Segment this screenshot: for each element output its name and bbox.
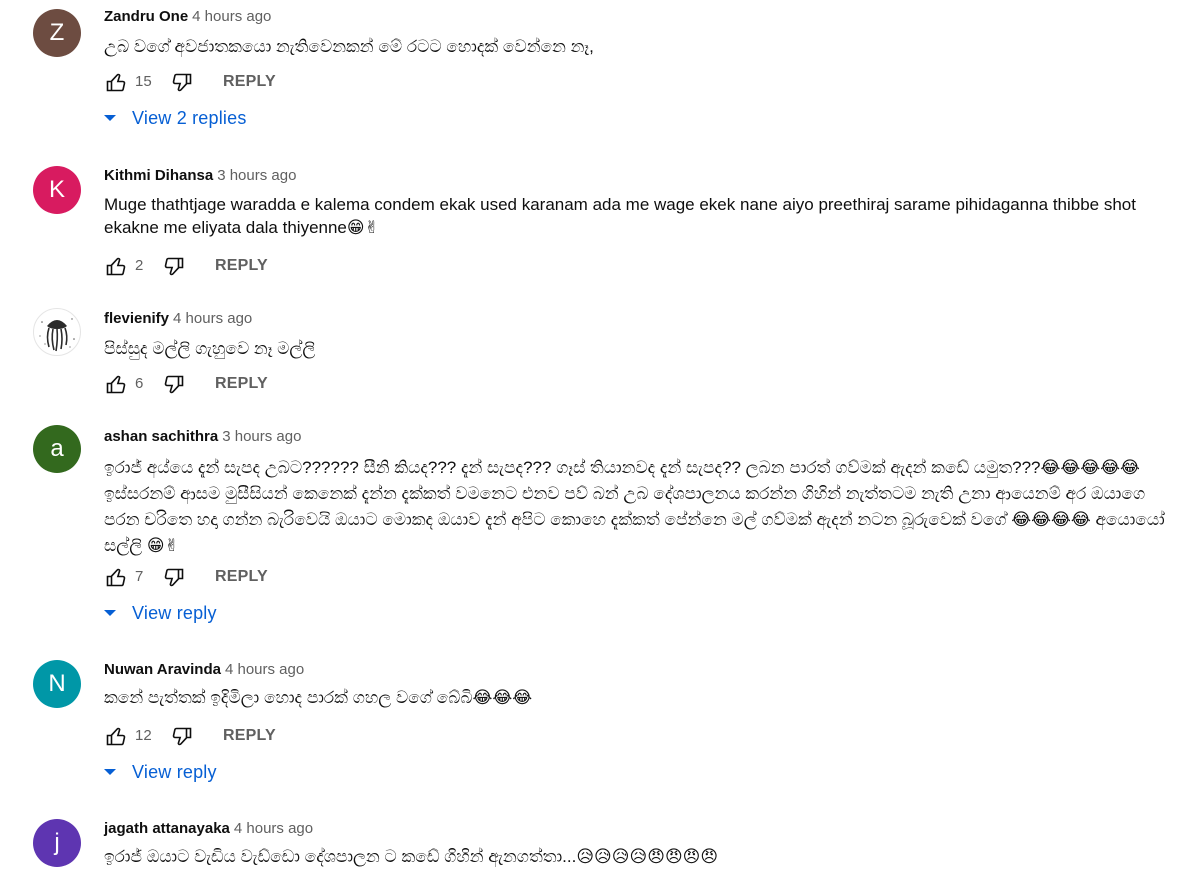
comment-time[interactable]: 4 hours ago xyxy=(173,310,252,327)
comment-header: Kithmi Dihansa 3 hours ago xyxy=(104,167,296,185)
reply-button[interactable]: REPLY xyxy=(215,257,268,275)
reply-button[interactable]: REPLY xyxy=(215,568,268,586)
avatar[interactable]: Z xyxy=(33,9,81,57)
arrow-drop-down-icon xyxy=(104,769,116,775)
avatar[interactable]: N xyxy=(33,660,81,708)
comment-header: flevienify 4 hours ago xyxy=(104,310,252,328)
like-count: 2 xyxy=(135,257,144,274)
comment-header: Zandru One 4 hours ago xyxy=(104,8,271,26)
comment-header: ashan sachithra 3 hours ago xyxy=(104,428,301,446)
comment-header: jagath attanayaka 4 hours ago xyxy=(104,820,313,838)
comment-time[interactable]: 3 hours ago xyxy=(222,428,301,445)
avatar[interactable]: a xyxy=(33,425,81,473)
author-name[interactable]: Nuwan Aravinda xyxy=(104,661,221,678)
arrow-drop-down-icon xyxy=(104,115,116,121)
view-replies-label: View reply xyxy=(132,762,217,782)
like-count: 15 xyxy=(135,73,152,90)
author-name[interactable]: ashan sachithra xyxy=(104,428,218,445)
view-replies-label: View 2 replies xyxy=(132,108,247,128)
thumb-up-outline-icon[interactable] xyxy=(104,565,128,589)
author-name[interactable]: Kithmi Dihansa xyxy=(104,167,213,184)
comment-text: කනේ පැත්තක් ඉදිමිලා හොද පාරක් ගහල වගේ බේ… xyxy=(104,688,533,707)
thumb-down-outline-icon[interactable] xyxy=(162,372,186,396)
comment-time[interactable]: 4 hours ago xyxy=(225,661,304,678)
reply-button[interactable]: REPLY xyxy=(215,375,268,393)
comment-text: ඉරාජ් අය්යෙ දැන් සැපද උබට?????? සීනි කිය… xyxy=(104,458,1165,555)
comment-text: උබ වගේ අවජාතකයො නැතිවෙනකන් මේ රටට හොදක් … xyxy=(104,37,594,56)
thumb-up-outline-icon[interactable] xyxy=(104,254,128,278)
like-count: 12 xyxy=(135,727,152,744)
comment-text: Muge thathtjage waradda e kalema condem … xyxy=(104,195,1136,237)
like-count: 6 xyxy=(135,375,144,392)
jellyfish-avatar-icon xyxy=(39,318,75,352)
comment-header: Nuwan Aravinda 4 hours ago xyxy=(104,661,304,679)
arrow-drop-down-icon xyxy=(104,610,116,616)
avatar[interactable]: j xyxy=(33,819,81,867)
thumb-down-outline-icon[interactable] xyxy=(170,70,194,94)
comment-text: ඉරාජ් ඔයාට වැඩිය වැඩ්ඩො දේශපාලන ට කඩේ ගි… xyxy=(104,847,719,866)
like-count: 7 xyxy=(135,568,144,585)
thumb-up-outline-icon[interactable] xyxy=(104,724,128,748)
comment-time[interactable]: 3 hours ago xyxy=(217,167,296,184)
view-replies-label: View reply xyxy=(132,603,217,623)
reply-button[interactable]: REPLY xyxy=(223,727,276,745)
thumb-down-outline-icon[interactable] xyxy=(170,724,194,748)
thumb-down-outline-icon[interactable] xyxy=(162,254,186,278)
avatar[interactable]: K xyxy=(33,166,81,214)
comment-time[interactable]: 4 hours ago xyxy=(192,8,271,25)
thumb-up-outline-icon[interactable] xyxy=(104,372,128,396)
thumb-up-outline-icon[interactable] xyxy=(104,70,128,94)
comment-text: පිස්සුද මල්ලි ගැහුවෙ නෑ මල්ලි xyxy=(104,339,316,358)
thumb-down-outline-icon[interactable] xyxy=(162,565,186,589)
author-name[interactable]: flevienify xyxy=(104,310,169,327)
avatar[interactable] xyxy=(33,308,81,356)
author-name[interactable]: Zandru One xyxy=(104,8,188,25)
comment-time[interactable]: 4 hours ago xyxy=(234,820,313,837)
reply-button[interactable]: REPLY xyxy=(223,73,276,91)
author-name[interactable]: jagath attanayaka xyxy=(104,820,230,837)
